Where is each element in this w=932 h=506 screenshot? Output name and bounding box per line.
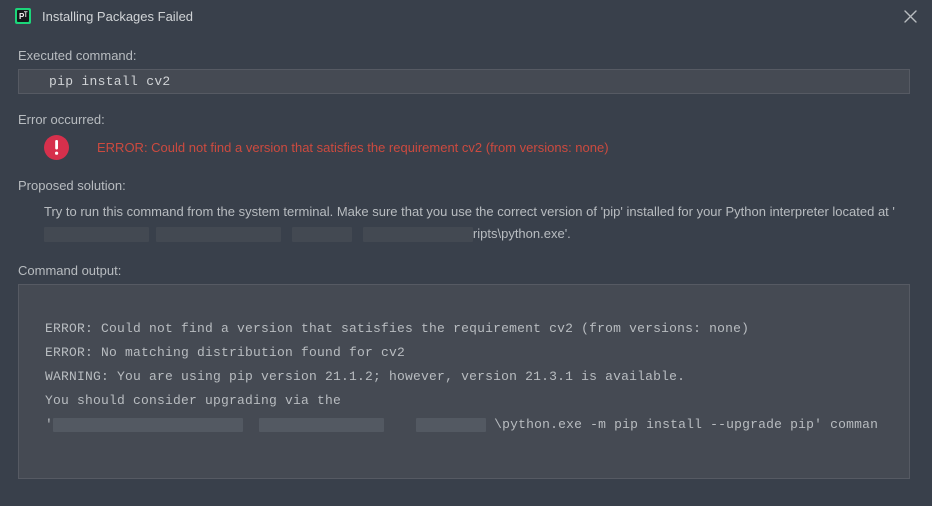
output-line: ERROR: Could not find a version that sat… — [19, 317, 909, 341]
proposed-solution-label: Proposed solution: — [18, 178, 910, 193]
executed-command-label: Executed command: — [18, 48, 910, 63]
command-output-box: ERROR: Could not find a version that sat… — [18, 284, 910, 479]
dialog-content: Executed command: pip install cv2 Error … — [0, 32, 932, 479]
redacted-path — [416, 418, 486, 432]
output-line: WARNING: You are using pip version 21.1.… — [19, 365, 909, 389]
error-icon — [44, 135, 69, 160]
solution-text: Try to run this command from the system … — [18, 201, 910, 245]
output-line-suffix: \python.exe -m pip install --upgrade pip… — [494, 417, 878, 432]
titlebar: P Installing Packages Failed — [0, 0, 932, 32]
error-line: ERROR: Could not find a version that sat… — [18, 135, 910, 160]
redacted-path — [292, 227, 352, 242]
command-output-label: Command output: — [18, 263, 910, 278]
output-line: ' \python.exe -m pip install --upgrade p… — [19, 413, 909, 437]
executed-command-box: pip install cv2 — [18, 69, 910, 94]
solution-prefix: Try to run this command from the system … — [44, 204, 895, 219]
redacted-path — [363, 227, 473, 242]
solution-suffix: ripts\python.exe'. — [473, 226, 571, 241]
svg-text:P: P — [19, 12, 25, 21]
app-icon: P — [14, 7, 32, 25]
error-occurred-label: Error occurred: — [18, 112, 910, 127]
error-message: ERROR: Could not find a version that sat… — [97, 140, 609, 155]
output-line: ERROR: No matching distribution found fo… — [19, 341, 909, 365]
redacted-path — [156, 227, 281, 242]
executed-command-text: pip install cv2 — [49, 74, 171, 89]
output-line: You should consider upgrading via the — [19, 389, 909, 413]
dialog-title: Installing Packages Failed — [42, 9, 898, 24]
redacted-path — [259, 418, 384, 432]
redacted-path — [44, 227, 149, 242]
close-button[interactable] — [898, 4, 922, 28]
redacted-path — [53, 418, 243, 432]
